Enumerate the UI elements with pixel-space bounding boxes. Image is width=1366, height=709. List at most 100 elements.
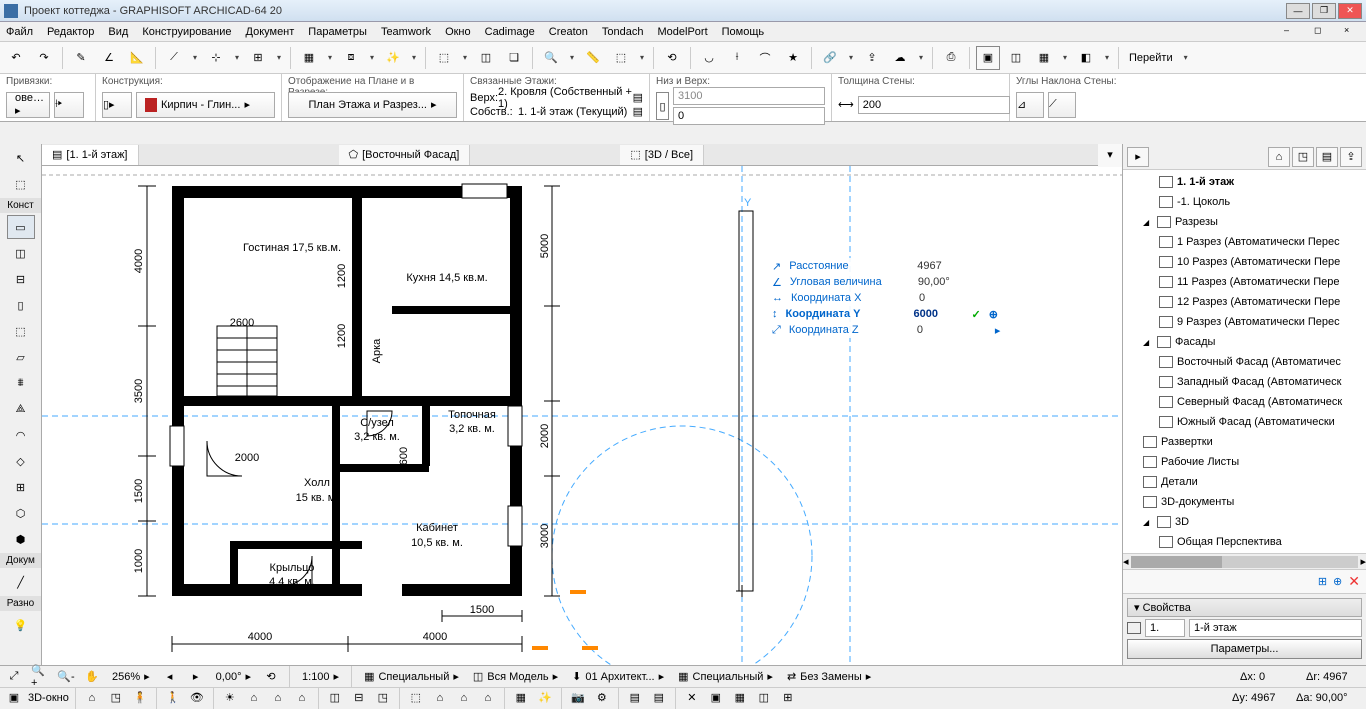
properties-header[interactable]: ▾ Свойства [1127,598,1362,617]
grid-snap-button[interactable]: ⊞ [246,46,270,70]
section-design[interactable]: Конст [0,198,41,213]
bottom-height-field[interactable] [673,107,825,125]
sb-walk-icon[interactable]: 🚶 [163,689,183,707]
sb-house1-icon[interactable]: ⌂ [82,689,102,707]
arrow-tool[interactable]: ↖ [7,146,35,170]
morph-tool[interactable]: ⬡ [7,501,35,525]
nav-item[interactable]: 1 Разрез (Автоматически Перес [1123,232,1366,252]
grid-button[interactable]: ▦ [297,46,321,70]
link-button[interactable]: 🔗 [818,46,842,70]
menu-options[interactable]: Параметры [308,26,367,38]
snap-mode-button[interactable]: ове…▸ [6,92,50,118]
sb-cut2-icon[interactable]: ⌂ [430,689,450,707]
sb-sun-icon[interactable]: ☀ [220,689,240,707]
nav-item[interactable]: 11 Разрез (Автоматически Пере [1123,272,1366,292]
nav-item[interactable]: Восточный Фасад (Автоматичес [1123,352,1366,372]
zoom-in-button[interactable]: 🔍+ [30,668,50,686]
mdi-minimize[interactable]: – [1284,25,1300,39]
arc2-button[interactable]: ⟊ [725,46,749,70]
nav-add-icon[interactable]: ⊕ [1333,575,1342,588]
nav-popup-button[interactable]: ▸ [1127,147,1149,167]
line-tool[interactable]: ╱ [7,570,35,594]
shell-tool[interactable]: ◠ [7,423,35,447]
tab-3d[interactable]: ⬚ [3D / Все] [620,145,704,165]
sb-cube-icon[interactable]: ◳ [106,689,126,707]
nav-item[interactable]: ◢Фасады [1123,332,1366,352]
menu-edit[interactable]: Редактор [47,26,94,38]
sb-cut4-icon[interactable]: ⌂ [478,689,498,707]
close-button[interactable]: ✕ [1338,3,1362,19]
sb-cut1-icon[interactable]: ⬚ [406,689,426,707]
sb-section-icon[interactable]: ⊟ [349,689,369,707]
sb-render2-icon[interactable]: ✨ [535,689,555,707]
grav-button[interactable]: ⧈ [339,46,363,70]
next-zoom-button[interactable]: ▸ [186,668,206,686]
nav4-button[interactable]: ◧ [1074,46,1098,70]
nav-item[interactable]: Северный Фасад (Автоматическ [1123,392,1366,412]
scale-value[interactable]: 1:100 [302,671,330,683]
sb-x3-icon[interactable]: ▦ [730,689,750,707]
lamp-tool[interactable]: 💡 [7,613,35,637]
magic-button[interactable]: ✨ [381,46,405,70]
sb-cut3-icon[interactable]: ⌂ [454,689,474,707]
sb-layouts-icon[interactable]: ▤ [649,689,669,707]
story-name-field[interactable] [1189,619,1362,637]
column-tool[interactable]: ▯ [7,293,35,317]
nav1-button[interactable]: ▣ [976,46,1000,70]
rotate-button[interactable]: ⟲ [261,668,281,686]
wall-type-button[interactable]: ▯▸ [102,92,132,118]
share-button[interactable]: ⇪ [860,46,884,70]
sb-x1-icon[interactable]: ✕ [682,689,702,707]
zoom-fit-button[interactable]: ⤢ [4,668,24,686]
material-button[interactable]: Кирпич - Глин...▸ [136,92,275,118]
menu-creaton[interactable]: Creaton [549,26,588,38]
suspend-button[interactable]: ⬚ [432,46,456,70]
menu-view[interactable]: Вид [108,26,128,38]
nav-item[interactable]: Рабочие Листы [1123,452,1366,472]
slab-tool[interactable]: ▱ [7,345,35,369]
nav-item[interactable]: 3D-документы [1123,492,1366,512]
menu-modelport[interactable]: ModelPort [658,26,708,38]
nav-new-icon[interactable]: ⊞ [1318,575,1327,588]
model-filter[interactable]: Вся Модель [487,671,548,683]
section-doc[interactable]: Докум [0,553,41,568]
nav-project-map[interactable]: ⌂ [1268,147,1290,167]
nav2-button[interactable]: ◫ [1004,46,1028,70]
arc3-button[interactable]: ⌒ [753,46,777,70]
nav-item[interactable]: -1. Цоколь [1123,192,1366,212]
nav-item[interactable]: 1. 1-й этаж [1123,172,1366,192]
roof-tool[interactable]: ⟁ [7,397,35,421]
sb-x5-icon[interactable]: ⊞ [778,689,798,707]
sb-explore-icon[interactable]: 👁 [187,689,207,707]
sb-detail-icon[interactable]: ◳ [373,689,393,707]
nav-item[interactable]: 9 Разрез (Автоматически Перес [1123,312,1366,332]
measure-button[interactable]: 📐 [125,46,149,70]
parameters-button[interactable]: Параметры... [1127,639,1362,659]
snap-button[interactable]: ⊹ [204,46,228,70]
drawing-canvas[interactable]: ▤ [1. 1-й этаж] ⬠ [Восточный Фасад] ⬚ [3… [42,144,1122,665]
ruler-button[interactable]: 📏 [581,46,605,70]
mdi-restore[interactable]: ◻ [1314,25,1330,39]
nav-item[interactable]: 12 Разрез (Автоматически Пере [1123,292,1366,312]
menu-cadimage[interactable]: Cadimage [485,26,535,38]
sb-elev-icon[interactable]: ◫ [325,689,345,707]
find-button[interactable]: 🔍 [539,46,563,70]
menu-tondach[interactable]: Tondach [602,26,644,38]
window-tool[interactable]: ⊟ [7,267,35,291]
section-misc[interactable]: Разно [0,596,41,611]
navigator-tree[interactable]: 1. 1-й этаж-1. Цоколь◢Разрезы1 Разрез (А… [1123,170,1366,553]
sb-house3-icon[interactable]: ⌂ [268,689,288,707]
guide-button[interactable]: ⟋ [162,46,186,70]
nav-item[interactable]: Детали [1123,472,1366,492]
tab-elevation[interactable]: ⬠ [Восточный Фасад] [339,145,471,165]
maximize-button[interactable]: ❐ [1312,3,1336,19]
menu-file[interactable]: Файл [6,26,33,38]
menu-window[interactable]: Окно [445,26,471,38]
skylight-tool[interactable]: ◇ [7,449,35,473]
mdi-close[interactable]: × [1344,25,1360,39]
3d-window-toggle[interactable]: ▣ [4,689,24,707]
reno-filter[interactable]: Без Замены [800,671,862,683]
tab-menu-button[interactable]: ▾ [1098,144,1122,167]
wall-tool[interactable]: ▭ [7,215,35,239]
nav-item[interactable]: Общая Перспектива [1123,532,1366,552]
